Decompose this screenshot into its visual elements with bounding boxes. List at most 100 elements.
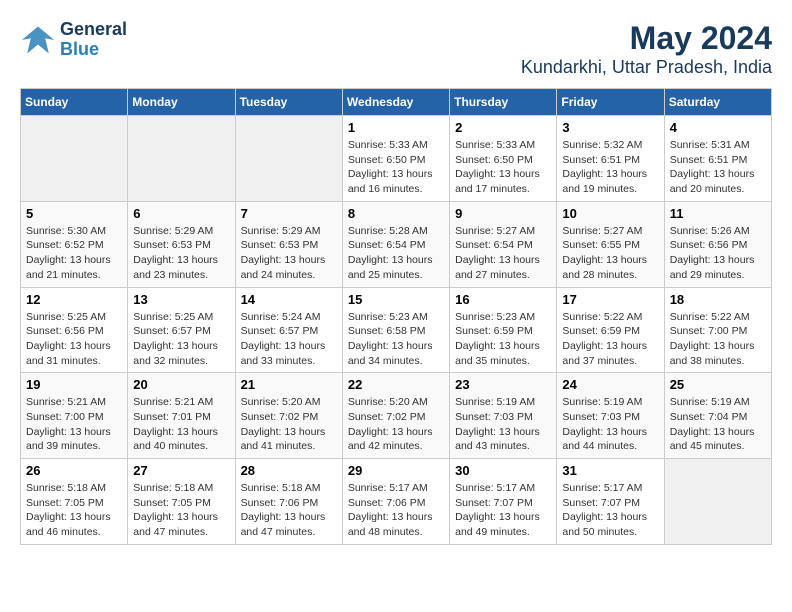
page-header: General Blue May 2024 Kundarkhi, Uttar P…	[20, 20, 772, 78]
day-number: 14	[241, 292, 337, 307]
day-info: Sunrise: 5:33 AM Sunset: 6:50 PM Dayligh…	[455, 138, 551, 197]
day-number: 2	[455, 120, 551, 135]
day-info: Sunrise: 5:23 AM Sunset: 6:58 PM Dayligh…	[348, 310, 444, 369]
calendar-week-5: 26 Sunrise: 5:18 AM Sunset: 7:05 PM Dayli…	[21, 459, 772, 545]
calendar-cell: 8 Sunrise: 5:28 AM Sunset: 6:54 PM Daylig…	[342, 201, 449, 287]
calendar-cell: 6 Sunrise: 5:29 AM Sunset: 6:53 PM Daylig…	[128, 201, 235, 287]
day-info: Sunrise: 5:28 AM Sunset: 6:54 PM Dayligh…	[348, 224, 444, 283]
calendar-cell: 16 Sunrise: 5:23 AM Sunset: 6:59 PM Dayli…	[450, 287, 557, 373]
calendar-cell: 22 Sunrise: 5:20 AM Sunset: 7:02 PM Dayli…	[342, 373, 449, 459]
calendar-week-3: 12Sunrise: 5:25 AM Sunset: 6:56 PM Dayli…	[21, 287, 772, 373]
calendar-cell: 13Sunrise: 5:25 AM Sunset: 6:57 PM Dayli…	[128, 287, 235, 373]
calendar-cell: 31 Sunrise: 5:17 AM Sunset: 7:07 PM Dayli…	[557, 459, 664, 545]
day-info: Sunrise: 5:25 AM Sunset: 6:57 PM Dayligh…	[133, 310, 229, 369]
day-number: 18	[670, 292, 766, 307]
calendar-cell: 21 Sunrise: 5:20 AM Sunset: 7:02 PM Dayli…	[235, 373, 342, 459]
day-info: Sunrise: 5:20 AM Sunset: 7:02 PM Dayligh…	[241, 395, 337, 454]
calendar-cell: 24 Sunrise: 5:19 AM Sunset: 7:03 PM Dayli…	[557, 373, 664, 459]
calendar-cell: 5Sunrise: 5:30 AM Sunset: 6:52 PM Daylig…	[21, 201, 128, 287]
calendar-header: SundayMondayTuesdayWednesdayThursdayFrid…	[21, 89, 772, 116]
calendar-cell: 18Sunrise: 5:22 AM Sunset: 7:00 PM Dayli…	[664, 287, 771, 373]
day-info: Sunrise: 5:23 AM Sunset: 6:59 PM Dayligh…	[455, 310, 551, 369]
calendar-cell: 28 Sunrise: 5:18 AM Sunset: 7:06 PM Dayli…	[235, 459, 342, 545]
day-info: Sunrise: 5:19 AM Sunset: 7:03 PM Dayligh…	[562, 395, 658, 454]
day-number: 20	[133, 377, 229, 392]
calendar-cell: 9 Sunrise: 5:27 AM Sunset: 6:54 PM Daylig…	[450, 201, 557, 287]
day-number: 26	[26, 463, 122, 478]
day-number: 8	[348, 206, 444, 221]
calendar-body: 1 Sunrise: 5:33 AM Sunset: 6:50 PM Daylig…	[21, 116, 772, 545]
day-info: Sunrise: 5:21 AM Sunset: 7:01 PM Dayligh…	[133, 395, 229, 454]
logo-text: General Blue	[60, 20, 127, 60]
calendar-week-2: 5Sunrise: 5:30 AM Sunset: 6:52 PM Daylig…	[21, 201, 772, 287]
day-number: 5	[26, 206, 122, 221]
day-number: 16	[455, 292, 551, 307]
calendar-cell: 15 Sunrise: 5:23 AM Sunset: 6:58 PM Dayli…	[342, 287, 449, 373]
calendar-cell: 7Sunrise: 5:29 AM Sunset: 6:53 PM Daylig…	[235, 201, 342, 287]
calendar-cell: 29Sunrise: 5:17 AM Sunset: 7:06 PM Dayli…	[342, 459, 449, 545]
day-info: Sunrise: 5:29 AM Sunset: 6:53 PM Dayligh…	[133, 224, 229, 283]
day-info: Sunrise: 5:33 AM Sunset: 6:50 PM Dayligh…	[348, 138, 444, 197]
day-number: 12	[26, 292, 122, 307]
day-number: 9	[455, 206, 551, 221]
day-number: 21	[241, 377, 337, 392]
day-info: Sunrise: 5:18 AM Sunset: 7:06 PM Dayligh…	[241, 481, 337, 540]
day-info: Sunrise: 5:18 AM Sunset: 7:05 PM Dayligh…	[133, 481, 229, 540]
day-info: Sunrise: 5:32 AM Sunset: 6:51 PM Dayligh…	[562, 138, 658, 197]
day-info: Sunrise: 5:17 AM Sunset: 7:06 PM Dayligh…	[348, 481, 444, 540]
calendar-title: May 2024	[521, 20, 772, 57]
day-number: 31	[562, 463, 658, 478]
day-info: Sunrise: 5:17 AM Sunset: 7:07 PM Dayligh…	[562, 481, 658, 540]
day-number: 30	[455, 463, 551, 478]
day-number: 10	[562, 206, 658, 221]
calendar-cell	[21, 116, 128, 202]
calendar-cell: 20 Sunrise: 5:21 AM Sunset: 7:01 PM Dayli…	[128, 373, 235, 459]
day-info: Sunrise: 5:31 AM Sunset: 6:51 PM Dayligh…	[670, 138, 766, 197]
header-day-wednesday: Wednesday	[342, 89, 449, 116]
header-day-monday: Monday	[128, 89, 235, 116]
day-number: 24	[562, 377, 658, 392]
calendar-cell: 25Sunrise: 5:19 AM Sunset: 7:04 PM Dayli…	[664, 373, 771, 459]
calendar-cell: 3 Sunrise: 5:32 AM Sunset: 6:51 PM Daylig…	[557, 116, 664, 202]
day-number: 19	[26, 377, 122, 392]
logo: General Blue	[20, 20, 127, 60]
day-info: Sunrise: 5:19 AM Sunset: 7:04 PM Dayligh…	[670, 395, 766, 454]
day-number: 7	[241, 206, 337, 221]
calendar-table: SundayMondayTuesdayWednesdayThursdayFrid…	[20, 88, 772, 545]
header-day-thursday: Thursday	[450, 89, 557, 116]
day-number: 1	[348, 120, 444, 135]
calendar-cell: 11Sunrise: 5:26 AM Sunset: 6:56 PM Dayli…	[664, 201, 771, 287]
day-number: 22	[348, 377, 444, 392]
day-info: Sunrise: 5:19 AM Sunset: 7:03 PM Dayligh…	[455, 395, 551, 454]
day-number: 11	[670, 206, 766, 221]
day-number: 23	[455, 377, 551, 392]
calendar-cell: 19 Sunrise: 5:21 AM Sunset: 7:00 PM Dayli…	[21, 373, 128, 459]
day-number: 28	[241, 463, 337, 478]
calendar-cell: 12Sunrise: 5:25 AM Sunset: 6:56 PM Dayli…	[21, 287, 128, 373]
header-day-sunday: Sunday	[21, 89, 128, 116]
day-number: 6	[133, 206, 229, 221]
calendar-cell	[235, 116, 342, 202]
calendar-cell	[128, 116, 235, 202]
calendar-cell: 1 Sunrise: 5:33 AM Sunset: 6:50 PM Daylig…	[342, 116, 449, 202]
logo-icon	[20, 22, 56, 58]
header-day-tuesday: Tuesday	[235, 89, 342, 116]
day-number: 3	[562, 120, 658, 135]
day-info: Sunrise: 5:18 AM Sunset: 7:05 PM Dayligh…	[26, 481, 122, 540]
day-info: Sunrise: 5:20 AM Sunset: 7:02 PM Dayligh…	[348, 395, 444, 454]
title-block: May 2024 Kundarkhi, Uttar Pradesh, India	[521, 20, 772, 78]
calendar-cell: 23 Sunrise: 5:19 AM Sunset: 7:03 PM Dayli…	[450, 373, 557, 459]
header-day-saturday: Saturday	[664, 89, 771, 116]
header-day-friday: Friday	[557, 89, 664, 116]
header-row: SundayMondayTuesdayWednesdayThursdayFrid…	[21, 89, 772, 116]
calendar-cell: 27Sunrise: 5:18 AM Sunset: 7:05 PM Dayli…	[128, 459, 235, 545]
calendar-subtitle: Kundarkhi, Uttar Pradesh, India	[521, 57, 772, 78]
calendar-cell	[664, 459, 771, 545]
day-info: Sunrise: 5:27 AM Sunset: 6:55 PM Dayligh…	[562, 224, 658, 283]
day-info: Sunrise: 5:27 AM Sunset: 6:54 PM Dayligh…	[455, 224, 551, 283]
day-info: Sunrise: 5:21 AM Sunset: 7:00 PM Dayligh…	[26, 395, 122, 454]
day-info: Sunrise: 5:17 AM Sunset: 7:07 PM Dayligh…	[455, 481, 551, 540]
calendar-cell: 30 Sunrise: 5:17 AM Sunset: 7:07 PM Dayli…	[450, 459, 557, 545]
day-number: 15	[348, 292, 444, 307]
calendar-cell: 10 Sunrise: 5:27 AM Sunset: 6:55 PM Dayli…	[557, 201, 664, 287]
